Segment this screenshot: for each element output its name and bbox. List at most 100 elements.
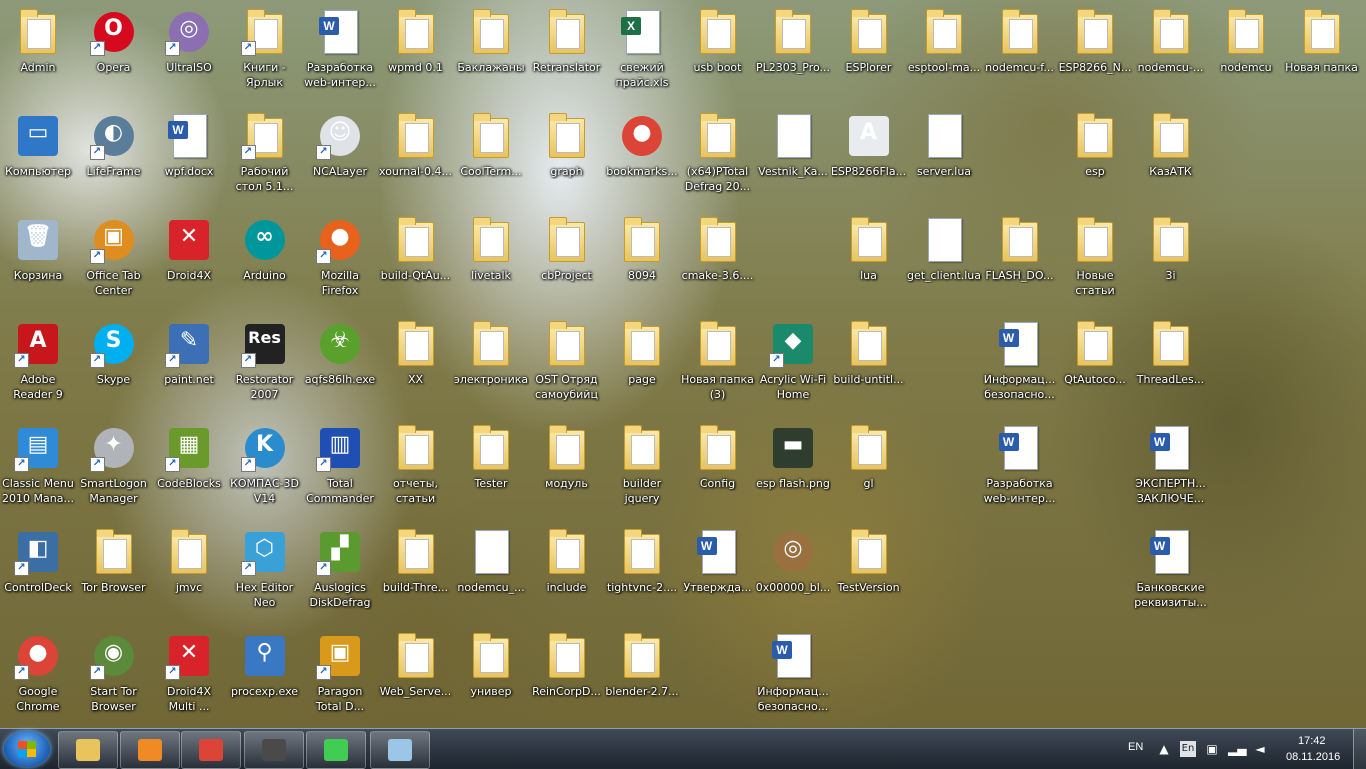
desktop-icon[interactable]: A ↗ Adobe Reader 9 [0,316,76,416]
desktop-icon[interactable]: Vestnik_Ka... [755,108,831,208]
desktop-icon[interactable]: blender-2.7... [604,628,680,728]
desktop-icon[interactable]: ∞ Arduino [227,212,303,312]
desktop-icon[interactable]: ◐ ↗ LifeFrame [76,108,152,208]
desktop-icon[interactable]: lua [831,212,907,312]
usb-device-icon[interactable]: ▣ [1204,741,1220,757]
desktop-icon[interactable]: O ↗ Opera [76,4,152,104]
desktop-icon[interactable]: (x64)PTotal Defrag 20... [680,108,756,208]
desktop-icon[interactable]: ◧ ↗ ControlDeck [0,524,76,624]
desktop-icon[interactable]: esptool-ma... [906,4,982,104]
desktop-icon[interactable]: ✦ ↗ SmartLogon Manager [76,420,152,520]
desktop-icon[interactable]: ● ↗ Google Chrome [0,628,76,728]
desktop-icon[interactable]: ▥ ↗ Total Commander [302,420,378,520]
desktop-icon[interactable]: ESP8266_N... [1057,4,1133,104]
taskbar-media-player-button[interactable] [120,731,180,769]
desktop-icon[interactable]: gl [831,420,907,520]
desktop-icon[interactable]: Tester [453,420,529,520]
desktop-icon[interactable]: W Разработка web-интер... [302,4,378,104]
start-button[interactable] [4,731,50,767]
desktop-icon[interactable]: ▬ esp flash.png [755,420,831,520]
desktop-icon[interactable]: ▭ Компьютер [0,108,76,208]
desktop-icon[interactable]: cmake-3.6.... [680,212,756,312]
desktop-icon[interactable]: nodemcu [1208,4,1284,104]
desktop-icon[interactable]: ThreadLes... [1133,316,1209,416]
volume-muted-icon[interactable]: ◄ [1252,741,1268,757]
taskbar-chrome-button[interactable] [181,731,241,769]
desktop-icon[interactable]: ↗ Рабочий стол 5.1... [227,108,303,208]
desktop-icon[interactable]: отчеты, статьи [378,420,454,520]
desktop-icon[interactable]: Xсвежий прайс.xls [604,4,680,104]
desktop-icon[interactable]: XX [378,316,454,416]
keyboard-layout-badge[interactable]: En [1180,741,1196,757]
signal-strength-icon[interactable]: ▂▄ [1228,741,1246,757]
desktop-icon[interactable]: OST Отряд самоубийц [529,316,605,416]
desktop-icon[interactable]: Баклажаны [453,4,529,104]
desktop-icon[interactable]: get_client.lua [906,212,982,312]
desktop-icon[interactable]: ● bookmarks... [604,108,680,208]
show-hidden-icons-icon[interactable]: ▲ [1156,741,1172,757]
desktop-icon[interactable]: Tor Browser [76,524,152,624]
language-indicator[interactable]: EN [1128,741,1143,753]
desktop-icon[interactable]: wpmd 0.1 [378,4,454,104]
desktop-icon[interactable]: 🗑 Корзина [0,212,76,312]
desktop-icon[interactable]: graph [529,108,605,208]
desktop-icon[interactable]: ▣ ↗ Office Tab Center [76,212,152,312]
desktop-icon[interactable]: jmvc [151,524,227,624]
desktop-icon[interactable]: ▞ ↗ Auslogics DiskDefrag [302,524,378,624]
taskbar-explorer-button[interactable] [58,731,118,769]
desktop-icon[interactable]: ◎ ↗ UltraISO [151,4,227,104]
desktop-icon[interactable]: КазАТК [1133,108,1209,208]
desktop-icon[interactable]: K ↗ КОМПАС-3D V14 [227,420,303,520]
desktop-icon[interactable]: ☺ ↗ NCALayer [302,108,378,208]
desktop-icon[interactable]: электроника [453,316,529,416]
desktop-icon[interactable]: usb boot [680,4,756,104]
desktop-icon[interactable]: Новые статьи [1057,212,1133,312]
desktop-icon[interactable]: build-untitl... [831,316,907,416]
desktop-icon[interactable]: page [604,316,680,416]
desktop-icon[interactable]: cbProject [529,212,605,312]
desktop-icon[interactable]: livetalk [453,212,529,312]
desktop-icon[interactable]: Admin [0,4,76,104]
desktop-icon[interactable]: server.lua [906,108,982,208]
desktop-icon[interactable]: Новая папка (3) [680,316,756,416]
desktop-icon[interactable]: QtAutoco... [1057,316,1133,416]
desktop-icon[interactable]: ⬡ ↗ Hex Editor Neo [227,524,303,624]
desktop-icon[interactable]: ESPlorer [831,4,907,104]
desktop-icon[interactable]: универ [453,628,529,728]
desktop-icon[interactable]: ✕ Droid4X [151,212,227,312]
desktop-icon[interactable]: W Информац... безопасно... [982,316,1058,416]
desktop-icon[interactable]: nodemcu_... [453,524,529,624]
desktop-icon[interactable]: ◆ ↗ Acrylic Wi-Fi Home [755,316,831,416]
desktop-icon[interactable]: TestVersion [831,524,907,624]
desktop-icon[interactable]: ⚲ procexp.exe [227,628,303,728]
desktop-icon[interactable]: ▤ ↗ Classic Menu 2010 Mana... [0,420,76,520]
desktop-icon[interactable]: Wwpf.docx [151,108,227,208]
desktop-icon[interactable]: W Информац... безопасно... [755,628,831,728]
clock-date[interactable]: 08.11.2016 [1286,751,1340,763]
desktop-icon[interactable]: W ЭКСПЕРТН... ЗАКЛЮЧЕ... [1133,420,1209,520]
desktop-icon[interactable]: ✕ ↗ Droid4X Multi ... [151,628,227,728]
desktop-icon[interactable]: ✎ ↗ paint.net [151,316,227,416]
desktop-icon[interactable]: Retranslator [529,4,605,104]
desktop-icon[interactable]: Config [680,420,756,520]
desktop-icon[interactable]: ● ↗ Mozilla Firefox [302,212,378,312]
desktop-icon[interactable]: Res ↗ Restorator 2007 [227,316,303,416]
desktop-icon[interactable]: xournal-0.4... [378,108,454,208]
desktop-icon[interactable]: nodemcu-... [1133,4,1209,104]
desktop-icon[interactable]: W Банковские реквизиты... [1133,524,1209,624]
desktop-icon[interactable]: A ESP8266Fla... [831,108,907,208]
desktop-icon[interactable]: ▣ ↗ Paragon Total D... [302,628,378,728]
desktop-icon[interactable]: nodemcu-f... [982,4,1058,104]
desktop-icon[interactable]: builder jquery [604,420,680,520]
desktop-icon[interactable]: 3i [1133,212,1209,312]
desktop-icon[interactable]: ◎ 0x00000_bl... [755,524,831,624]
taskbar-sublime-button[interactable] [244,731,304,769]
desktop-icon[interactable]: FLASH_DO... [982,212,1058,312]
desktop-icon[interactable]: модуль [529,420,605,520]
desktop-icon[interactable]: ReinCorpD... [529,628,605,728]
desktop-icon[interactable]: ☣ aqfs86lh.exe [302,316,378,416]
desktop-icon[interactable]: Web_Serve... [378,628,454,728]
desktop-icon[interactable]: build-QtAu... [378,212,454,312]
desktop-icon[interactable]: tightvnc-2.... [604,524,680,624]
desktop-icon[interactable]: CoolTerm... [453,108,529,208]
